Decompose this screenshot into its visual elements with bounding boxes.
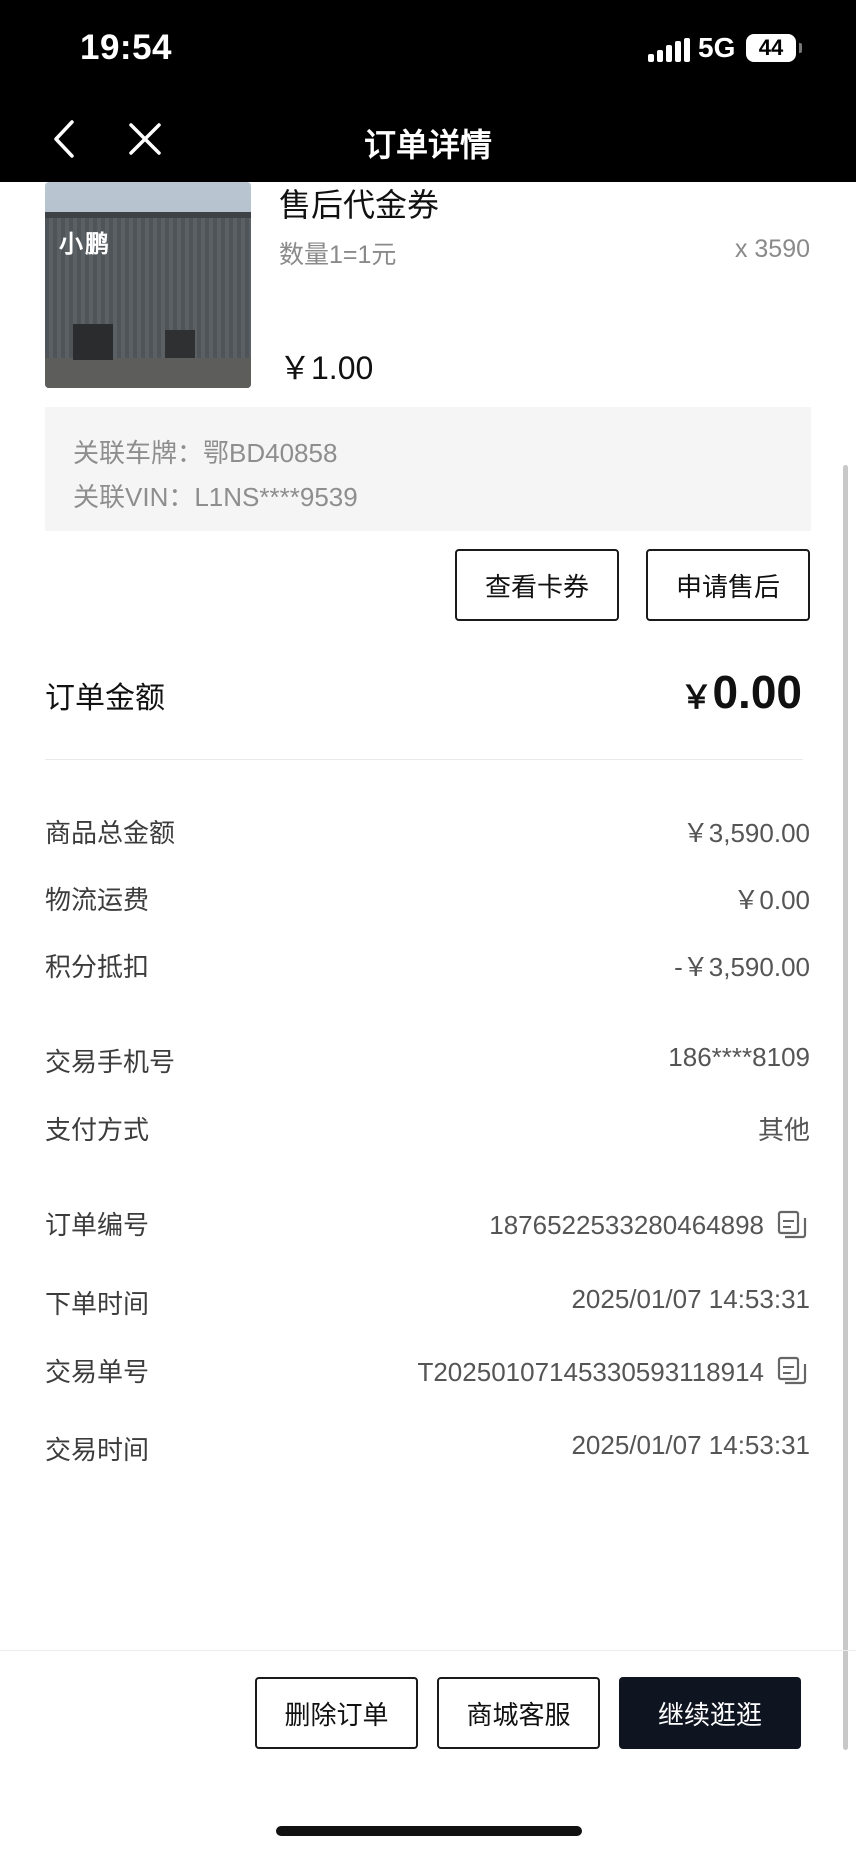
currency-symbol: ￥ (680, 679, 713, 715)
apply-after-sales-button[interactable]: 申请售后 (646, 549, 810, 621)
copy-icon[interactable] (776, 1355, 808, 1387)
vehicle-info-box: 关联车牌：鄂BD40858 关联VIN：L1NS****9539 (45, 407, 811, 531)
phone-label: 交易手机号 (45, 1047, 176, 1077)
status-bar: 19:54 5G 44 (0, 0, 856, 100)
phone-value: 186****8109 (668, 1042, 810, 1072)
order-total-amount: ￥0.00 (680, 665, 802, 719)
points-deduction-label: 积分抵扣 (45, 952, 150, 982)
order-total-value: 0.00 (712, 666, 802, 718)
shipping-fee-value: ￥0.00 (733, 885, 810, 915)
continue-shopping-button[interactable]: 继续逛逛 (619, 1677, 801, 1749)
goods-total-value: ￥3,590.00 (682, 818, 810, 848)
product-quantity: 数量1=1元 (279, 241, 397, 269)
battery-icon: 44 (746, 34, 802, 62)
order-number-label: 订单编号 (45, 1210, 150, 1240)
product-price: ￥1.00 (279, 350, 374, 386)
page-title: 订单详情 (363, 127, 492, 163)
customer-service-button[interactable]: 商城客服 (437, 1677, 600, 1749)
payment-method-label: 支付方式 (45, 1115, 150, 1145)
scrollbar[interactable] (843, 465, 848, 1750)
delete-order-button[interactable]: 删除订单 (255, 1677, 418, 1749)
view-coupon-button[interactable]: 查看卡券 (455, 549, 619, 621)
status-time: 19:54 (80, 28, 173, 67)
transaction-number-label: 交易单号 (45, 1357, 150, 1387)
order-time-label: 下单时间 (45, 1289, 150, 1319)
network-type: 5G (698, 32, 736, 63)
shipping-fee-label: 物流运费 (45, 885, 150, 915)
license-plate: 关联车牌：鄂BD40858 (73, 438, 338, 468)
goods-total-label: 商品总金额 (45, 818, 176, 848)
divider (45, 759, 803, 760)
points-deduction-value: -￥3,590.00 (674, 952, 810, 982)
signal-icon (648, 38, 690, 62)
home-indicator[interactable] (276, 1826, 582, 1836)
payment-method-value: 其他 (757, 1115, 810, 1145)
order-number-value: 1876522533280464898 (489, 1210, 764, 1240)
brand-logo: 小鹏 (59, 231, 111, 258)
product-name: 售后代金券 (279, 187, 440, 223)
vin-number: 关联VIN：L1NS****9539 (73, 482, 358, 512)
footer-divider (0, 1650, 856, 1651)
copy-icon[interactable] (776, 1209, 808, 1241)
order-time-value: 2025/01/07 14:53:31 (571, 1284, 810, 1314)
nav-bar: 订单详情 (0, 100, 856, 182)
transaction-time-value: 2025/01/07 14:53:31 (571, 1430, 810, 1460)
transaction-time-label: 交易时间 (45, 1435, 150, 1465)
product-image[interactable]: 小鹏 (45, 182, 251, 388)
transaction-number-value: T202501071453305931189​14 (417, 1357, 764, 1387)
product-count: x 3590 (734, 235, 810, 263)
order-total-label: 订单金额 (45, 682, 165, 715)
